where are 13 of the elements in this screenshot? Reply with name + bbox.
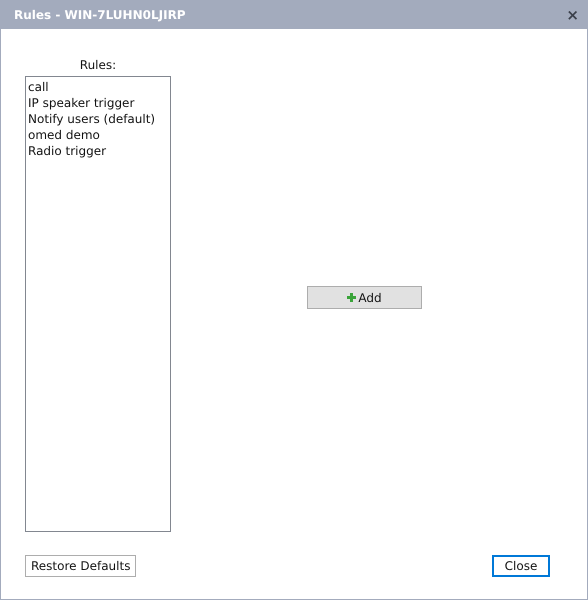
rule-item[interactable]: omed demo <box>28 127 168 143</box>
rule-item[interactable]: Radio trigger <box>28 143 168 159</box>
rules-label: Rules: <box>80 57 116 74</box>
add-button[interactable]: Add <box>307 286 422 309</box>
rules-listbox[interactable]: call IP speaker trigger Notify users (default) omed demo Radio trigger <box>25 76 171 532</box>
rule-item[interactable]: IP speaker trigger <box>28 95 168 111</box>
close-icon[interactable]: × <box>566 8 579 22</box>
plus-icon <box>347 293 356 302</box>
rule-item[interactable]: call <box>28 79 168 95</box>
restore-defaults-button[interactable]: Restore Defaults <box>25 555 136 577</box>
rule-item[interactable]: Notify users (default) <box>28 111 168 127</box>
close-button[interactable]: Close <box>492 555 550 577</box>
window-title: Rules - WIN-7LUHN0LJIRP <box>14 7 186 24</box>
